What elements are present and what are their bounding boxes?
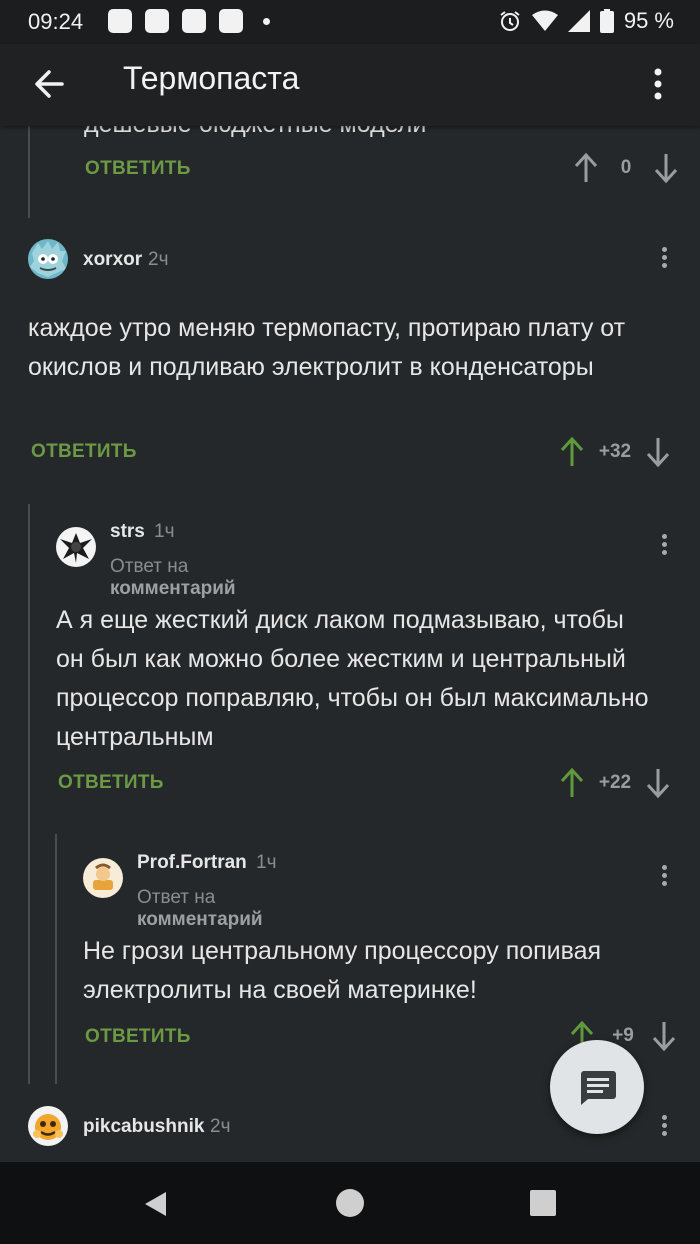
- comment-time: 2ч: [210, 1116, 231, 1137]
- message-icon: [581, 1071, 616, 1105]
- downvote-arrow-icon[interactable]: [643, 436, 673, 468]
- downvote-arrow-icon[interactable]: [643, 767, 673, 799]
- comment-text: Не грози центральному процессору попивая…: [83, 937, 602, 1004]
- app-bar: Термопаста: [0, 44, 700, 126]
- avatar[interactable]: [28, 1106, 68, 1146]
- comment-text: дешевые бюджетные модели: [84, 126, 426, 139]
- vote-controls: 0: [571, 152, 681, 184]
- alarm-icon: [500, 11, 520, 31]
- notification-icon: [182, 9, 206, 33]
- upvote-arrow-icon[interactable]: [557, 767, 587, 799]
- comment-text: А я еще жесткий диск лаком подмазываю, ч…: [56, 606, 649, 751]
- comment-author[interactable]: xorxor: [83, 249, 142, 271]
- nav-recents-icon[interactable]: [530, 1190, 556, 1216]
- battery-percent: 95 %: [623, 8, 674, 33]
- page-title: Термопаста: [123, 60, 300, 96]
- back-arrow-icon[interactable]: [28, 62, 72, 106]
- avatar[interactable]: [28, 239, 68, 279]
- wifi-icon: [531, 10, 558, 31]
- comment-time: 1ч: [154, 521, 175, 542]
- thread-line: [28, 126, 30, 218]
- comment-time: 1ч: [256, 852, 277, 873]
- downvote-arrow-icon[interactable]: [651, 152, 681, 184]
- signal-icon: [567, 10, 590, 32]
- notification-icon: [219, 9, 243, 33]
- system-navigation-bar: [0, 1162, 700, 1244]
- reply-to-label: Ответ на комментарий: [137, 887, 263, 930]
- reply-to-label: Ответ на комментарий: [110, 556, 236, 599]
- status-time: 09:24: [28, 9, 84, 34]
- vote-score: +22: [598, 772, 632, 793]
- comment-author[interactable]: strs: [110, 521, 145, 543]
- overflow-menu-icon[interactable]: [638, 62, 678, 106]
- comment-menu-icon[interactable]: [652, 244, 676, 274]
- battery-icon: [599, 9, 614, 33]
- reply-button[interactable]: ОТВЕТИТЬ: [58, 772, 164, 794]
- thread-line: [55, 834, 57, 1084]
- thread-line: [28, 504, 30, 1084]
- comments-fab[interactable]: [550, 1040, 644, 1134]
- comment-author[interactable]: Prof.Fortran: [137, 852, 247, 874]
- notification-icon: [108, 9, 132, 33]
- comment-time: 2ч: [148, 249, 169, 270]
- vote-score: 0: [620, 157, 632, 178]
- reply-to-link[interactable]: комментарий: [110, 578, 236, 599]
- reply-button[interactable]: ОТВЕТИТЬ: [85, 158, 191, 180]
- reply-to-link[interactable]: комментарий: [137, 909, 263, 930]
- comment-menu-icon[interactable]: [652, 1112, 676, 1142]
- notification-icon: [145, 9, 169, 33]
- avatar[interactable]: [83, 858, 123, 898]
- nav-back-icon[interactable]: [140, 1189, 170, 1219]
- upvote-arrow-icon[interactable]: [557, 436, 587, 468]
- avatar[interactable]: [56, 527, 96, 567]
- vote-score: +32: [598, 441, 632, 462]
- nav-home-icon[interactable]: [335, 1188, 365, 1218]
- upvote-arrow-icon[interactable]: [571, 152, 601, 184]
- reply-button[interactable]: ОТВЕТИТЬ: [85, 1026, 191, 1048]
- vote-controls: +32: [557, 436, 673, 468]
- more-notifications-icon: [263, 18, 270, 25]
- comment-text: каждое утро меняю термопасту, протираю п…: [28, 314, 626, 381]
- downvote-arrow-icon[interactable]: [649, 1020, 679, 1052]
- reply-button[interactable]: ОТВЕТИТЬ: [31, 441, 137, 463]
- comment-menu-icon[interactable]: [652, 531, 676, 561]
- comments-list: дешевые бюджетные модели ОТВЕТИТЬ 0 xorx…: [0, 126, 700, 1162]
- comment-menu-icon[interactable]: [652, 862, 676, 892]
- status-bar: 09:24 95 %: [0, 0, 700, 44]
- comment-author[interactable]: pikcabushnik: [83, 1116, 204, 1138]
- vote-controls: +22: [557, 767, 673, 799]
